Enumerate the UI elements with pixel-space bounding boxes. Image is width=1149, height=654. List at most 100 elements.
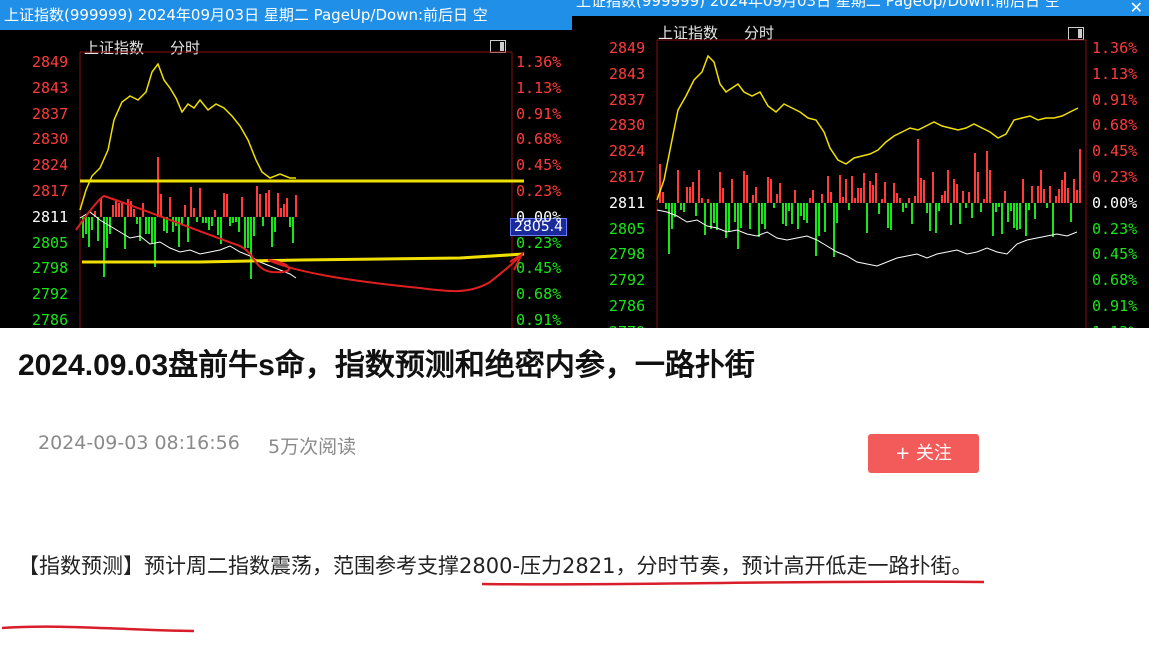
- price-axis-label: 2849: [32, 53, 69, 71]
- volume-bar: [91, 217, 93, 230]
- volume-bar: [860, 188, 862, 203]
- price-axis-label: 2792: [32, 285, 69, 304]
- volume-bar: [764, 203, 766, 229]
- volume-bar: [115, 200, 117, 217]
- volume-bar: [665, 203, 667, 209]
- volume-bar: [154, 217, 156, 267]
- follow-button[interactable]: + 关注: [868, 434, 979, 473]
- volume-bar: [166, 217, 168, 233]
- volume-bar: [1055, 196, 1057, 203]
- volume-bar: [1073, 179, 1075, 203]
- price-axis-label: 2843: [609, 64, 646, 83]
- volume-bar: [917, 139, 919, 203]
- volume-bar: [746, 175, 748, 203]
- volume-bar: [238, 217, 240, 232]
- volume-bar: [103, 217, 105, 277]
- percent-axis-label: 0.45%: [516, 156, 562, 175]
- volume-bar: [695, 203, 697, 216]
- volume-bar: [686, 187, 688, 203]
- volume-bar: [112, 205, 114, 217]
- percent-axis-label: 0.00%: [516, 207, 562, 226]
- percent-axis-label: 1.36%: [1092, 39, 1138, 57]
- percent-axis-label: 0.45%: [1092, 245, 1138, 264]
- volume-bar: [683, 203, 685, 212]
- volume-bar: [82, 217, 84, 238]
- right-chart-plot: [656, 39, 1087, 328]
- volume-bar: [887, 203, 889, 228]
- volume-bar: [956, 184, 958, 203]
- volume-bar: [145, 217, 147, 234]
- volume-bar: [121, 202, 123, 217]
- volume-bar: [202, 217, 204, 223]
- volume-bar: [1046, 203, 1048, 208]
- volume-bar: [911, 203, 913, 224]
- volume-bar: [229, 217, 231, 226]
- volume-bar: [160, 194, 162, 217]
- volume-bar: [722, 188, 724, 203]
- article-reads: 5万次阅读: [268, 436, 357, 458]
- percent-axis-label: 0.68%: [1092, 271, 1138, 290]
- volume-bar: [962, 191, 964, 203]
- volume-bar: [208, 217, 210, 230]
- price-axis-label: 2824: [32, 156, 69, 175]
- volume-bar: [800, 203, 802, 216]
- percent-axis-label: 0.23%: [516, 182, 562, 200]
- volume-bar: [893, 183, 895, 203]
- volume-bar: [235, 217, 237, 222]
- volume-bar: [836, 203, 838, 223]
- percent-axis-label: 0.68%: [516, 130, 562, 149]
- volume-bar: [151, 217, 153, 243]
- volume-bar: [100, 198, 102, 217]
- price-axis-label: 2786: [609, 297, 646, 315]
- left-chart-plot: [79, 51, 513, 328]
- volume-bar: [1031, 186, 1033, 203]
- volume-bar: [268, 190, 270, 217]
- volume-bar: [902, 203, 904, 212]
- volume-bar: [830, 192, 832, 203]
- volume-bar: [773, 203, 775, 208]
- volume-bar: [767, 177, 769, 203]
- volume-bar: [857, 188, 859, 203]
- volume-bar: [259, 194, 261, 217]
- volume-bar: [677, 170, 679, 203]
- volume-bar: [1040, 170, 1042, 203]
- volume-bar: [1007, 203, 1009, 222]
- percent-axis-label: 1.13%: [1092, 64, 1138, 83]
- volume-bar: [1067, 188, 1069, 203]
- volume-bar: [277, 193, 279, 217]
- volume-bar: [998, 203, 1000, 207]
- volume-bar: [950, 203, 952, 225]
- price-axis-label: 2817: [609, 168, 646, 186]
- volume-bar: [1064, 172, 1066, 203]
- volume-bar: [88, 217, 90, 247]
- volume-bar: [713, 203, 715, 223]
- volume-bar: [827, 176, 829, 203]
- volume-bar: [725, 203, 727, 238]
- volume-bar: [758, 203, 760, 237]
- volume-bar: [178, 217, 180, 247]
- price-axis-label: 2830: [609, 116, 646, 135]
- price-axis-label: 2843: [32, 78, 69, 97]
- volume-bar: [968, 192, 970, 203]
- volume-bar: [680, 203, 682, 210]
- volume-bar: [818, 203, 820, 236]
- price-axis-label: 2817: [32, 182, 69, 200]
- volume-bar: [782, 203, 784, 224]
- volume-bar: [914, 196, 916, 203]
- volume-bar: [163, 217, 165, 231]
- volume-bar: [794, 190, 796, 203]
- volume-bar: [809, 198, 811, 203]
- volume-bar: [190, 187, 192, 217]
- volume-bar: [1001, 203, 1003, 234]
- price-axis-label: 2824: [609, 142, 646, 161]
- price-axis-label: 2798: [32, 259, 69, 278]
- price-axis-label: 2786: [32, 311, 69, 328]
- volume-bar: [719, 172, 721, 203]
- volume-bar: [1043, 189, 1045, 203]
- volume-bar: [731, 179, 733, 203]
- volume-bar: [884, 182, 886, 203]
- volume-bar: [85, 217, 87, 234]
- volume-bar: [881, 199, 883, 203]
- percent-axis-label: 0.91%: [516, 104, 562, 123]
- volume-bar: [1019, 203, 1021, 229]
